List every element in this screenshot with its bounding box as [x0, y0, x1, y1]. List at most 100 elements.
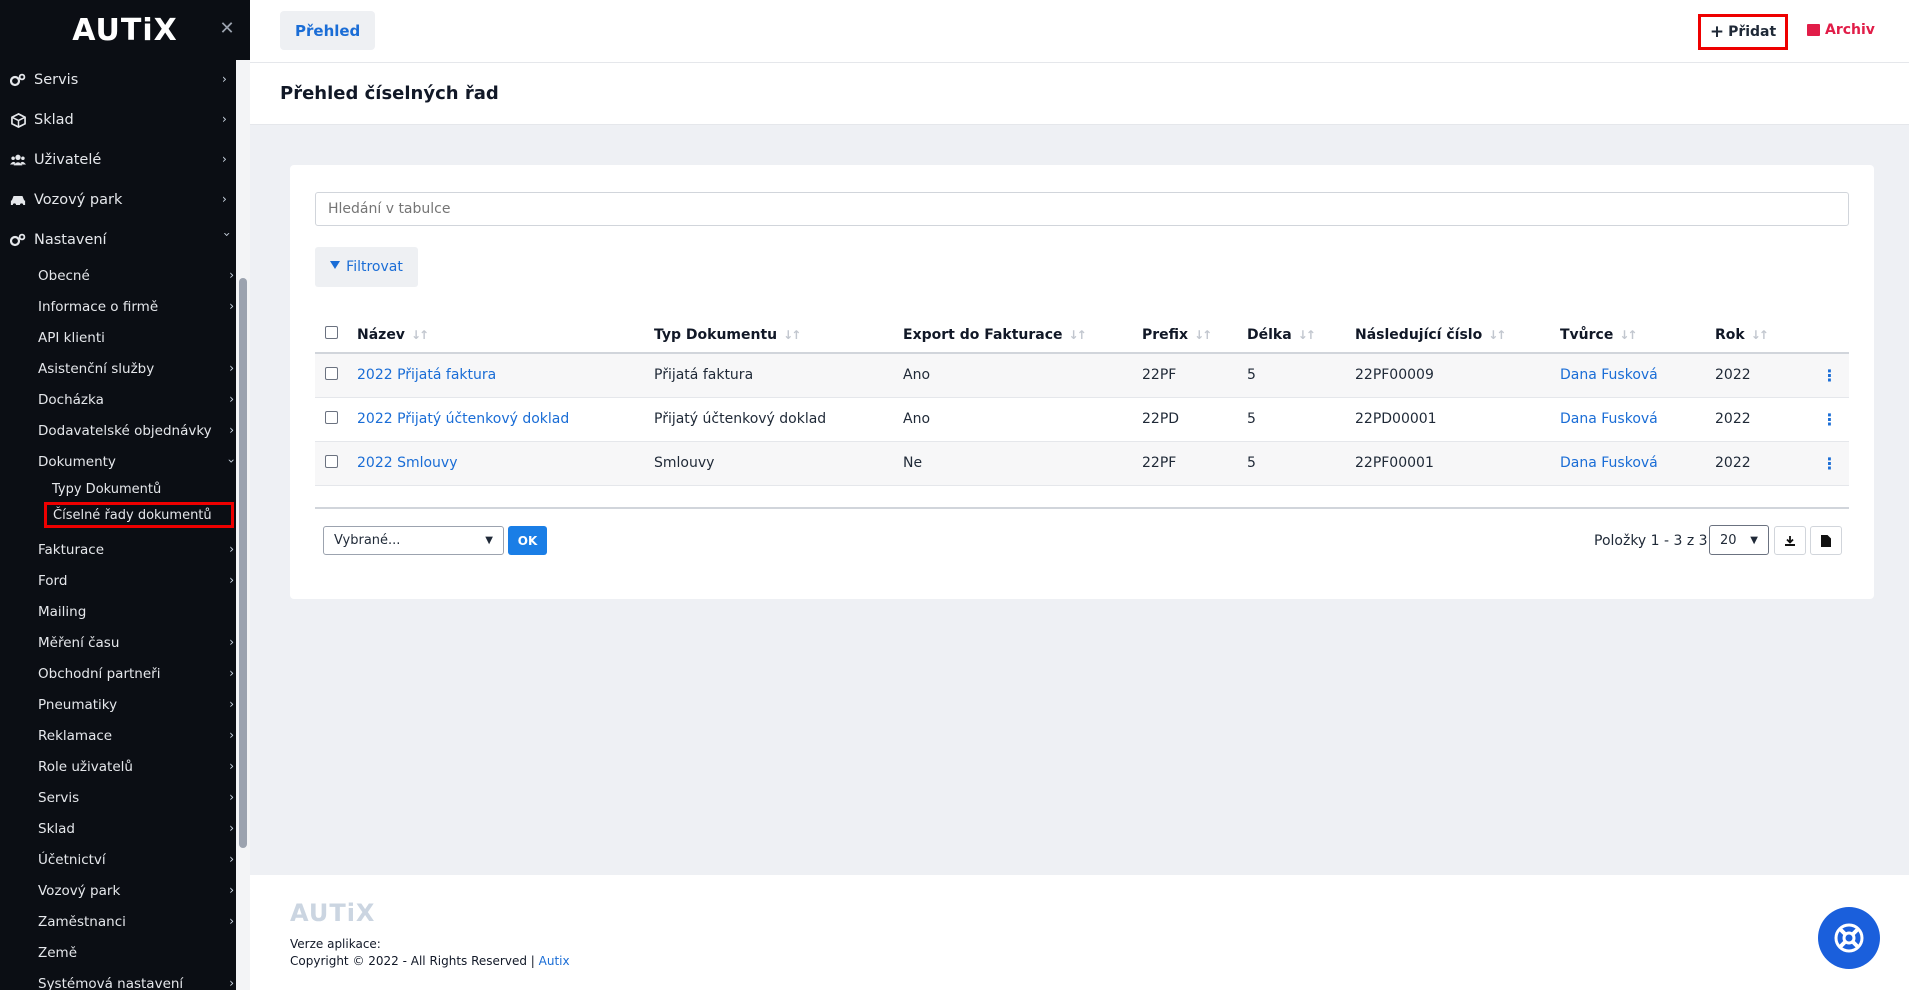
sidebar-subitem[interactable]: Vozový park ›	[0, 875, 250, 906]
sidebar-subitem[interactable]: Dodavatelské objednávky ›	[0, 415, 250, 446]
gears-icon	[10, 232, 26, 248]
column-header[interactable]: Rok ↓↑	[1715, 317, 1810, 354]
sidebar-item-nastaveni[interactable]: Nastavení ›	[0, 220, 250, 260]
users-icon	[10, 152, 26, 168]
sidebar-subitem[interactable]: Mailing	[0, 596, 250, 627]
row-name-link[interactable]: 2022 Smlouvy	[357, 441, 654, 486]
chevron-right-icon: ›	[229, 361, 234, 375]
row-cell: 5	[1247, 441, 1355, 486]
chevron-right-icon: ›	[229, 573, 234, 587]
sidebar-subitem[interactable]: Servis ›	[0, 782, 250, 813]
sidebar-item-label: Uživatelé	[34, 152, 102, 168]
sidebar-subitem[interactable]: Země	[0, 937, 250, 968]
row-cell: Ne	[903, 441, 1142, 486]
row-menu-icon[interactable]: ⋮	[1810, 353, 1849, 398]
tab-overview[interactable]: Přehled	[280, 11, 376, 50]
row-creator-link[interactable]: Dana Fusková	[1560, 397, 1715, 442]
table-row: 2022 Smlouvy Smlouvy Ne 22PF 5 22PF00001…	[315, 441, 1849, 486]
column-header[interactable]: Tvůrce ↓↑	[1560, 317, 1715, 354]
filter-button[interactable]: Filtrovat	[315, 247, 418, 287]
chevron-down-icon: ›	[220, 232, 234, 237]
help-button[interactable]	[1818, 907, 1880, 969]
sidebar-subitem[interactable]: Systémová nastavení ›	[0, 968, 250, 990]
sidebar-subitem-dokumenty[interactable]: Dokumenty ›	[0, 446, 250, 477]
bulk-ok-button[interactable]: OK	[508, 526, 547, 555]
sidebar-subitem[interactable]: Účetnictví ›	[0, 844, 250, 875]
sidebar-subitem[interactable]: Zaměstnanci ›	[0, 906, 250, 937]
sidebar-subsubitem-typy-dokumentu[interactable]: Typy Dokumentů	[0, 477, 250, 502]
sidebar-subitem[interactable]: Reklamace ›	[0, 720, 250, 751]
column-header[interactable]: Název ↓↑	[357, 317, 654, 354]
chevron-down-icon: ▼	[1750, 534, 1758, 546]
row-creator-link[interactable]: Dana Fusková	[1560, 353, 1715, 398]
column-header[interactable]: Prefix ↓↑	[1142, 317, 1247, 354]
sidebar-subitem[interactable]: Role uživatelů ›	[0, 751, 250, 782]
sidebar-item-label: Servis	[34, 72, 79, 88]
bulk-action-select[interactable]: Vybrané... ▼	[323, 526, 504, 555]
per-page-select[interactable]: 20 ▼	[1709, 525, 1769, 555]
sidebar-subitem[interactable]: Docházka ›	[0, 384, 250, 415]
per-page-value: 20	[1720, 532, 1737, 548]
row-menu-icon[interactable]: ⋮	[1810, 441, 1849, 486]
sidebar-item-vozovy-park[interactable]: Vozový park ›	[0, 180, 250, 220]
sidebar-item-servis[interactable]: Servis ›	[0, 60, 250, 100]
row-cell: Přijatá faktura	[654, 353, 903, 398]
row-name-link[interactable]: 2022 Přijatá faktura	[357, 353, 654, 398]
row-checkbox[interactable]	[325, 454, 338, 468]
table-search-input[interactable]	[315, 192, 1849, 226]
sidebar-item-label: Nastavení	[34, 232, 107, 248]
sidebar-item-uzivatele[interactable]: Uživatelé ›	[0, 140, 250, 180]
close-icon[interactable]: ✕	[218, 20, 236, 38]
chevron-right-icon: ›	[222, 152, 227, 166]
export-file-button[interactable]	[1810, 526, 1842, 555]
sidebar-subitem[interactable]: Sklad ›	[0, 813, 250, 844]
car-icon	[10, 192, 26, 208]
column-header[interactable]: Typ Dokumentu ↓↑	[654, 317, 903, 354]
add-button-label: Přidat	[1728, 24, 1777, 40]
autix-link[interactable]: Autix	[539, 954, 570, 968]
sidebar-subitem[interactable]: API klienti	[0, 322, 250, 353]
row-cell: 2022	[1715, 441, 1810, 486]
row-cell: 5	[1247, 353, 1355, 398]
chevron-right-icon: ›	[229, 697, 234, 711]
row-creator-link[interactable]: Dana Fusková	[1560, 441, 1715, 486]
lifebuoy-icon	[1834, 923, 1864, 953]
file-icon	[1821, 534, 1831, 547]
archive-icon	[1807, 24, 1820, 36]
footer-logo: AUTiX	[290, 899, 376, 927]
column-header[interactable]: Následující číslo ↓↑	[1355, 317, 1560, 354]
sort-icon: ↓↑	[1750, 327, 1769, 342]
sidebar-item-label: Vozový park	[34, 192, 123, 208]
sidebar-subitem[interactable]: Informace o firmě ›	[0, 291, 250, 322]
sidebar-subitem[interactable]: Obchodní partneři ›	[0, 658, 250, 689]
sidebar-subitem[interactable]: Fakturace ›	[0, 534, 250, 565]
sidebar-subitem[interactable]: Ford ›	[0, 565, 250, 596]
chevron-right-icon: ›	[229, 542, 234, 556]
archive-button[interactable]: Archiv	[1807, 22, 1875, 38]
download-button[interactable]	[1774, 526, 1806, 555]
table-header-row: Název ↓↑ Typ Dokumentu ↓↑ Export do Faktur…	[315, 317, 1849, 354]
row-name-link[interactable]: 2022 Přijatý účtenkový doklad	[357, 397, 654, 442]
sidebar-subitem[interactable]: Obecné ›	[0, 260, 250, 291]
sidebar-subsubitem-ciselne-rady[interactable]: Číselné řady dokumentů	[44, 502, 234, 528]
sidebar-subitem[interactable]: Měření času ›	[0, 627, 250, 658]
sidebar-subitem[interactable]: Asistenční služby ›	[0, 353, 250, 384]
row-checkbox[interactable]	[325, 366, 338, 380]
add-button[interactable]: + Přidat	[1698, 14, 1788, 50]
chevron-right-icon: ›	[229, 759, 234, 773]
chevron-right-icon: ›	[229, 790, 234, 804]
row-checkbox[interactable]	[325, 410, 338, 424]
select-all-checkbox[interactable]	[325, 326, 338, 339]
sidebar-scrollbar[interactable]	[236, 60, 250, 990]
number-series-table: Název ↓↑ Typ Dokumentu ↓↑ Export do Faktur…	[315, 317, 1849, 486]
chevron-right-icon: ›	[222, 72, 227, 86]
table-row: 2022 Přijatá faktura Přijatá faktura Ano…	[315, 353, 1849, 398]
row-menu-icon[interactable]: ⋮	[1810, 397, 1849, 442]
scrollbar-thumb[interactable]	[239, 278, 247, 848]
row-cell: Ano	[903, 397, 1142, 442]
sidebar-subitem[interactable]: Pneumatiky ›	[0, 689, 250, 720]
sidebar-item-sklad[interactable]: Sklad ›	[0, 100, 250, 140]
column-header[interactable]: Export do Fakturace ↓↑	[903, 317, 1142, 354]
column-header[interactable]: Délka ↓↑	[1247, 317, 1355, 354]
select-all-cell	[315, 317, 357, 354]
